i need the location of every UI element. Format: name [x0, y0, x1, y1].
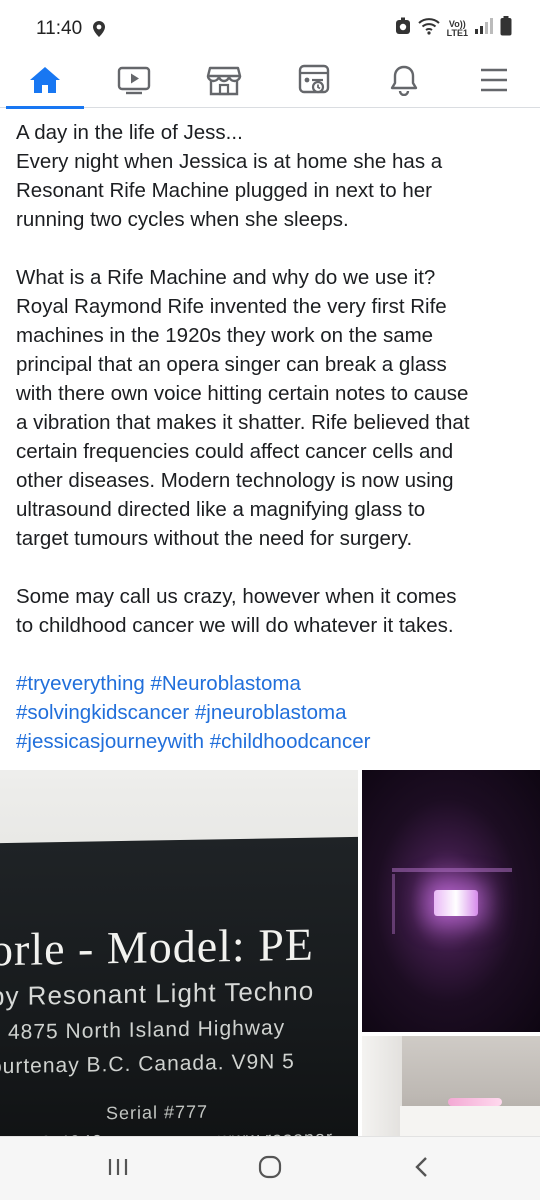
hashtag-link[interactable]: #childhoodcancer — [210, 730, 371, 753]
nav-tab-menu[interactable] — [459, 56, 529, 108]
signal-icon — [474, 18, 494, 39]
pink-tube — [448, 1098, 502, 1106]
hashtag-line: #jessicasjourneywith #childhoodcancer — [16, 727, 526, 756]
top-nav-bar — [0, 56, 540, 109]
post-paragraph-3: Some may call us crazy, however when it … — [16, 582, 526, 640]
crib-rail — [392, 868, 512, 872]
nav-tab-notifications[interactable] — [369, 56, 439, 108]
plaque: orle - Model: PE by Resonant Light Techn… — [0, 836, 358, 1136]
text-line: Every night when Jessica is at home she … — [16, 150, 443, 173]
plaque-city-text: ourtenay B.C. Canada. V9N 5 — [0, 1049, 295, 1079]
post-paragraph-1: A day in the life of Jess... Every night… — [16, 118, 526, 234]
news-feed-icon — [298, 64, 330, 101]
post-hashtags: #tryeverything #Neuroblastoma #solvingki… — [16, 669, 526, 756]
crib-post — [392, 874, 395, 934]
text-line: other diseases. Modern technology is now… — [16, 469, 454, 492]
home-button[interactable] — [230, 1137, 310, 1200]
hashtag-link[interactable]: #jessicasjourneywith — [16, 730, 204, 753]
plaque-maker-text: by Resonant Light Techno — [0, 975, 315, 1012]
text-line: Resonant Rife Machine plugged in next to… — [16, 179, 432, 202]
recent-apps-button[interactable] — [78, 1137, 158, 1200]
text-line: running two cycles when she sleeps. — [16, 208, 349, 231]
photo-rife-machine-plaque[interactable]: orle - Model: PE by Resonant Light Techn… — [0, 770, 358, 1136]
menu-icon — [479, 67, 509, 98]
volte-bottom: LTE1 — [446, 27, 468, 38]
plaque-web-text: www.resonar — [218, 1127, 333, 1136]
nav-tab-video[interactable] — [99, 56, 169, 108]
marketplace-icon — [206, 64, 242, 101]
post-paragraph-2: What is a Rife Machine and why do we use… — [16, 263, 526, 553]
text-line: ultrasound directed like a magnifying gl… — [16, 498, 426, 521]
back-button[interactable] — [382, 1137, 462, 1200]
text-line: target tumours without the need for surg… — [16, 527, 413, 550]
status-time: 11:40 — [36, 18, 83, 39]
text-line: certain frequencies could affect cancer … — [16, 440, 454, 463]
status-icons: Vo)) LTE1 — [395, 16, 512, 41]
notifications-icon — [389, 64, 419, 101]
post-photo-grid: orle - Model: PE by Resonant Light Techn… — [0, 770, 540, 1136]
hashtag-link[interactable]: #solvingkidscancer — [16, 701, 189, 724]
battery-icon — [500, 16, 512, 41]
text-line: Some may call us crazy, however when it … — [16, 585, 457, 608]
status-bar: 11:40 Vo)) LTE1 — [0, 0, 540, 56]
hashtag-line: #solvingkidscancer #jneuroblastoma — [16, 698, 526, 727]
text-line: What is a Rife Machine and why do we use… — [16, 266, 436, 289]
hashtag-link[interactable]: #jneuroblastoma — [195, 701, 347, 724]
door-frame — [362, 1036, 402, 1136]
system-nav-bar — [0, 1136, 540, 1200]
back-icon — [414, 1156, 430, 1183]
plaque-address-text: 4875 North Island Highway — [8, 1016, 286, 1045]
text-line: machines in the 1920s they work on the s… — [16, 324, 434, 347]
video-icon — [117, 65, 151, 100]
photo-night-glow[interactable] — [362, 770, 540, 1032]
plaque-serial-text: Serial #777 — [106, 1101, 209, 1124]
text-line: Royal Raymond Rife invented the very fir… — [16, 295, 447, 318]
text-line: principal that an opera singer can break… — [16, 353, 447, 376]
hashtag-link[interactable]: #tryeverything — [16, 672, 145, 695]
text-line: to childhood cancer we will do whatever … — [16, 614, 454, 637]
text-line: A day in the life of Jess... — [16, 121, 243, 144]
location-pin-icon — [92, 20, 106, 43]
hashtag-line: #tryeverything #Neuroblastoma — [16, 669, 526, 698]
recent-apps-icon — [107, 1157, 129, 1182]
volte-indicator: Vo)) LTE1 — [446, 19, 468, 38]
photo-room-tube[interactable] — [362, 1036, 540, 1136]
post-text: A day in the life of Jess... Every night… — [16, 118, 526, 756]
table-surface — [400, 1106, 540, 1136]
home-icon — [28, 64, 62, 101]
hashtag-link[interactable]: #Neuroblastoma — [150, 672, 300, 695]
plaque-model-text: orle - Model: PE — [0, 918, 314, 976]
text-line: with there own voice hitting certain not… — [16, 382, 469, 405]
nav-tab-marketplace[interactable] — [189, 56, 259, 108]
home-circle-icon — [258, 1155, 282, 1184]
nav-tab-feeds[interactable] — [279, 56, 349, 108]
glowing-lamp — [434, 890, 478, 916]
text-line: a vibration that makes it shatter. Rife … — [16, 411, 470, 434]
nav-tab-home[interactable] — [6, 56, 84, 109]
notification-badge-icon — [395, 17, 411, 40]
wifi-icon — [417, 17, 441, 40]
